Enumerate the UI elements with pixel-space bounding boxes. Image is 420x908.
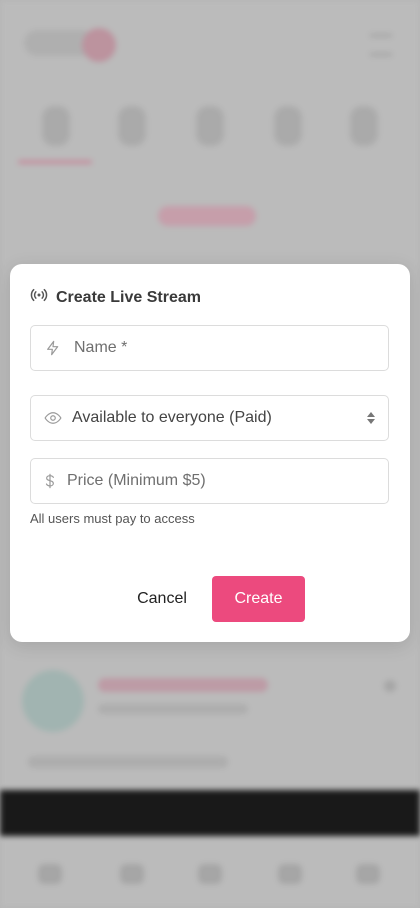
chevron-up-down-icon <box>366 412 376 424</box>
broadcast-icon <box>30 286 48 309</box>
price-helper-text: All users must pay to access <box>30 511 195 526</box>
visibility-value: Available to everyone (Paid) <box>72 409 272 426</box>
visibility-select[interactable]: Available to everyone (Paid) <box>30 395 389 441</box>
dialog-header: Create Live Stream <box>30 286 201 309</box>
cancel-button[interactable]: Cancel <box>122 576 202 622</box>
dollar-icon <box>41 472 59 490</box>
price-field[interactable] <box>30 458 389 504</box>
create-button[interactable]: Create <box>212 576 305 622</box>
eye-icon <box>44 409 62 427</box>
create-live-stream-dialog: Create Live Stream Available to everyone… <box>10 264 410 642</box>
dialog-title: Create Live Stream <box>56 288 201 306</box>
lightning-icon <box>44 339 62 357</box>
name-input[interactable] <box>72 338 388 358</box>
price-input[interactable] <box>65 471 388 491</box>
name-field[interactable] <box>30 325 389 371</box>
